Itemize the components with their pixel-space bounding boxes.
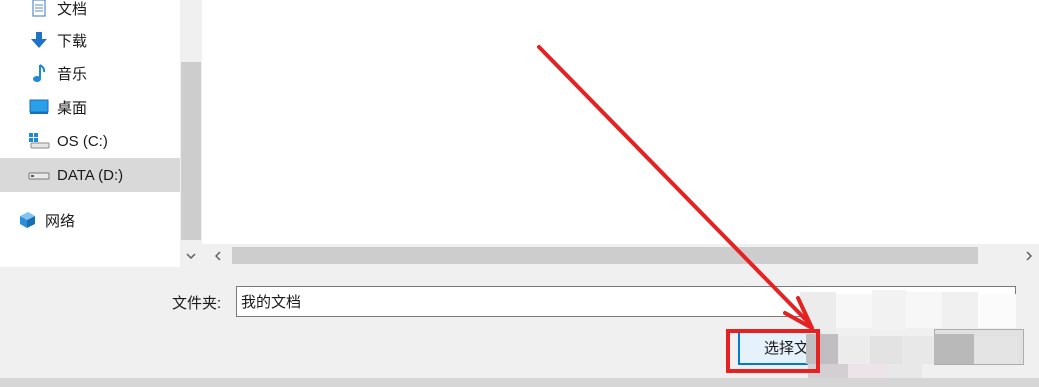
dialog-bottom-edge bbox=[0, 378, 1039, 387]
navigation-scrollbar-thumb[interactable] bbox=[181, 62, 201, 240]
desktop-icon bbox=[28, 96, 50, 118]
horizontal-scrollbar-thumb[interactable] bbox=[232, 247, 978, 264]
sidebar-item-os-drive[interactable]: OS (C:) bbox=[0, 125, 180, 157]
download-arrow-icon bbox=[28, 29, 50, 51]
windows-drive-icon bbox=[28, 130, 50, 152]
scroll-right-arrow-icon[interactable] bbox=[1019, 247, 1039, 265]
sidebar-item-downloads[interactable]: 下载 bbox=[0, 24, 180, 56]
folder-label: 文件夹: bbox=[172, 295, 222, 312]
music-note-icon bbox=[28, 62, 50, 84]
sidebar-item-desktop[interactable]: 桌面 bbox=[0, 91, 180, 123]
sidebar-item-label: DATA (D:) bbox=[57, 166, 124, 184]
sidebar-item-data-drive[interactable]: DATA (D:) bbox=[0, 158, 180, 192]
file-list-area[interactable] bbox=[202, 0, 1039, 244]
sidebar-item-network[interactable]: 网络 bbox=[0, 204, 180, 236]
sidebar-item-label: 网络 bbox=[45, 212, 76, 230]
network-icon bbox=[16, 209, 38, 231]
sidebar-item-label: OS (C:) bbox=[57, 132, 108, 150]
scroll-left-arrow-icon[interactable] bbox=[208, 247, 228, 265]
sidebar-item-label: 下载 bbox=[57, 32, 88, 50]
sidebar-item-music[interactable]: 音乐 bbox=[0, 57, 180, 89]
sidebar-item-documents[interactable]: 文档 bbox=[0, 0, 180, 24]
navigation-pane: 文档 下载 音乐 桌面 OS (C:) DATA (D:) 网络 bbox=[0, 0, 180, 267]
document-icon bbox=[28, 0, 50, 19]
scroll-down-arrow-icon[interactable] bbox=[180, 245, 202, 267]
sidebar-item-label: 文档 bbox=[57, 0, 88, 18]
sidebar-item-label: 音乐 bbox=[57, 65, 88, 83]
horizontal-scrollbar[interactable] bbox=[202, 244, 1039, 268]
drive-icon bbox=[28, 164, 50, 186]
sidebar-item-label: 桌面 bbox=[57, 99, 88, 117]
